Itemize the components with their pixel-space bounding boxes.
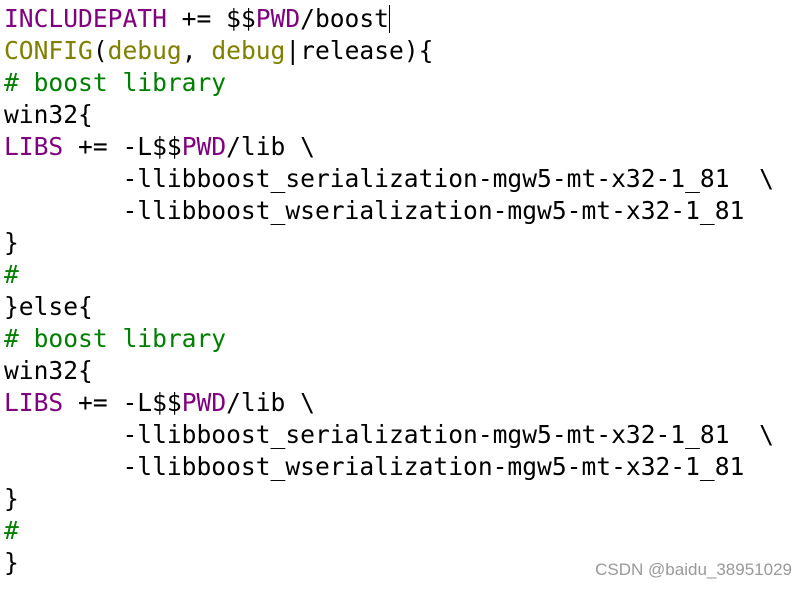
code-token: # boost library — [4, 324, 227, 353]
watermark: CSDN @baidu_38951029 — [595, 560, 792, 579]
code-line[interactable]: LIBS += -L$$PWD/lib \ — [4, 131, 774, 163]
code-line[interactable]: -llibboost_wserialization-mgw5-mt-x32-1_… — [4, 451, 774, 483]
code-line[interactable]: -llibboost_serialization-mgw5-mt-x32-1_8… — [4, 163, 774, 195]
code-token: ( — [92, 36, 108, 65]
code-line[interactable]: -llibboost_wserialization-mgw5-mt-x32-1_… — [4, 195, 774, 227]
code-line[interactable]: INCLUDEPATH += $$PWD/boost — [4, 3, 774, 35]
code-editor[interactable]: INCLUDEPATH += $$PWD/boost CONFIG(debug, … — [4, 3, 774, 579]
code-token: } — [4, 228, 19, 257]
code-token: # boost library — [4, 68, 227, 97]
code-token: += -L$$ — [63, 132, 182, 161]
code-token: PWD — [181, 388, 227, 417]
code-token: /lib \ — [226, 132, 315, 161]
code-token: }else{ — [4, 292, 93, 321]
code-token: -llibboost_serialization-mgw5-mt-x32-1_8… — [4, 164, 774, 193]
code-token: , — [181, 36, 212, 65]
code-token: LIBS — [4, 132, 64, 161]
code-token: += $$ — [166, 4, 256, 33]
code-line[interactable]: } — [4, 483, 774, 515]
code-token: win32{ — [4, 356, 93, 385]
code-token: /boost — [300, 4, 389, 33]
code-token: debug — [107, 36, 182, 65]
code-line[interactable]: win32{ — [4, 355, 774, 387]
code-token: -llibboost_wserialization-mgw5-mt-x32-1_… — [4, 452, 745, 481]
code-line[interactable]: # — [4, 515, 774, 547]
code-token: win32{ — [4, 100, 93, 129]
code-token: -llibboost_serialization-mgw5-mt-x32-1_8… — [4, 420, 774, 449]
code-token: debug — [211, 36, 286, 65]
code-token: /lib \ — [226, 388, 315, 417]
code-token: } — [4, 484, 19, 513]
code-token: CONFIG — [4, 36, 93, 65]
code-token: PWD — [181, 132, 227, 161]
code-token: += -L$$ — [63, 388, 182, 417]
code-line[interactable]: win32{ — [4, 99, 774, 131]
code-line[interactable]: # — [4, 259, 774, 291]
code-line[interactable]: # boost library — [4, 67, 774, 99]
code-token: } — [4, 548, 19, 577]
code-token: |release){ — [285, 36, 434, 65]
code-token: # — [4, 516, 19, 545]
code-token: LIBS — [4, 388, 64, 417]
code-line[interactable]: LIBS += -L$$PWD/lib \ — [4, 387, 774, 419]
code-line[interactable]: } — [4, 227, 774, 259]
code-token: -llibboost_wserialization-mgw5-mt-x32-1_… — [4, 196, 745, 225]
code-line[interactable]: }else{ — [4, 291, 774, 323]
text-cursor — [388, 5, 391, 33]
code-line[interactable]: # boost library — [4, 323, 774, 355]
code-line[interactable]: -llibboost_serialization-mgw5-mt-x32-1_8… — [4, 419, 774, 451]
code-token: PWD — [255, 4, 301, 33]
code-token: # — [4, 260, 19, 289]
code-token: INCLUDEPATH — [4, 4, 167, 33]
code-line[interactable]: CONFIG(debug, debug|release){ — [4, 35, 774, 67]
